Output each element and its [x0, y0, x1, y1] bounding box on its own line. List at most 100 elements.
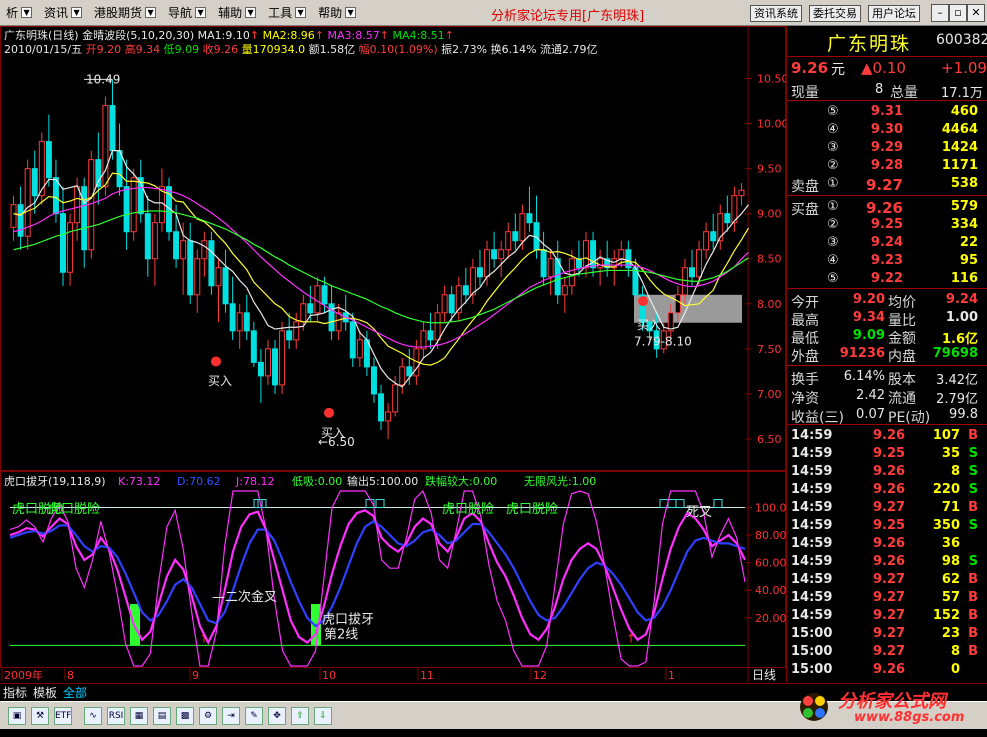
candle-body — [370, 366, 377, 395]
candle-body — [710, 231, 717, 242]
buy-signal-marker — [638, 296, 648, 307]
stat-label: 内盘 — [888, 349, 916, 365]
tick-volume: 35 — [941, 446, 960, 461]
menu-bar: 析 ▼ 资讯 ▼ 港股期货 ▼ 导航 ▼ 辅助 ▼ 工具 ▼ 帮助 ▼ 分析家论坛专用[广东明… — [0, 0, 987, 26]
tick-row: 14:59 9.26 220 S — [787, 482, 987, 500]
wave-icon[interactable]: ∿ — [84, 707, 102, 725]
top-signal-box — [375, 499, 385, 509]
indicator-chart[interactable]: 虎口拔牙(19,118,9) K:73.12 D:70.62 J:78.12 低吸:0.… — [0, 471, 786, 683]
candle-body — [618, 249, 625, 260]
bid-row: ③ 9.24 22 — [787, 235, 987, 253]
tab-all[interactable]: 全部 — [60, 684, 90, 700]
close-icon[interactable]: ✕ — [967, 4, 985, 22]
bid-price: 9.22 — [870, 271, 903, 286]
candle-body — [229, 303, 236, 332]
tick-side: B — [968, 644, 978, 659]
menu-tools[interactable]: 工具 ▼ — [262, 0, 312, 26]
bid-price: 9.23 — [870, 253, 903, 268]
candle-body — [505, 231, 512, 251]
menu-assist[interactable]: 辅助 ▼ — [212, 0, 262, 26]
candle-body — [257, 361, 264, 377]
stat-row: 净资 2.42 流通 2.79亿 — [787, 388, 987, 407]
login-icon[interactable]: ⇥ — [222, 707, 240, 725]
monitor-icon[interactable]: ▣ — [8, 707, 26, 725]
tick-time: 14:59 — [791, 482, 833, 497]
stat-value: 2.79亿 — [936, 392, 978, 407]
tick-row: 15:00 9.27 23 B — [787, 626, 987, 644]
tick-volume: 71 — [941, 500, 960, 515]
stat-row: 换手 6.14% 股本 3.42亿 — [787, 369, 987, 388]
arrow-up-icon[interactable]: ⇧ — [291, 707, 309, 725]
tools-icon[interactable]: ⚙ — [199, 707, 217, 725]
candle-body — [60, 213, 67, 273]
bid-volume: 22 — [959, 235, 978, 250]
candle-body — [109, 105, 116, 152]
tick-time: 14:59 — [791, 590, 833, 605]
ask-volume: 460 — [950, 104, 978, 119]
tick-side: B — [968, 590, 978, 605]
tab-indicator[interactable]: 指标 — [0, 684, 30, 700]
news-system-button[interactable]: 资讯系统 — [750, 5, 802, 22]
toolbox-icon[interactable]: ⚒ — [31, 707, 49, 725]
candle-body — [243, 312, 250, 332]
restore-icon[interactable]: ▫ — [949, 4, 967, 22]
y-tick-label: 80.00 — [755, 529, 786, 542]
rsi-icon[interactable]: RSI — [107, 707, 125, 725]
move-icon[interactable]: ✥ — [268, 707, 286, 725]
menu-news[interactable]: 资讯 ▼ — [38, 0, 88, 26]
ask-price: 9.31 — [870, 104, 903, 119]
trade-button[interactable]: 委托交易 — [809, 5, 861, 22]
divider — [787, 100, 987, 101]
tick-price: 9.27 — [873, 500, 906, 515]
stat-row: 今开 9.20 均价 9.24 — [787, 292, 987, 311]
candle-body — [328, 303, 335, 332]
stat-label: 量比 — [888, 313, 916, 329]
tick-volume: 152 — [932, 608, 960, 623]
bid-level: ⑤ — [827, 271, 839, 286]
candle-body — [420, 330, 427, 350]
forum-button[interactable]: 用户论坛 — [868, 5, 920, 22]
bid-volume: 579 — [950, 199, 978, 214]
y-tick-label: 20.00 — [755, 612, 786, 625]
top-signal-box — [675, 499, 685, 509]
low-label: ←6.50 — [318, 435, 355, 449]
x-tick-label: 2009年 — [4, 668, 43, 682]
tick-side: S — [968, 482, 978, 497]
red-arrow-marker: ↑ — [626, 632, 636, 646]
stat-label: 最低 — [791, 331, 819, 347]
tick-volume: 98 — [941, 554, 960, 569]
tab-template[interactable]: 模板 — [30, 684, 60, 700]
ask-level: ③ — [827, 140, 839, 155]
pencil-icon[interactable]: ✎ — [245, 707, 263, 725]
candle-body — [264, 348, 271, 377]
etf-icon[interactable]: ETF — [54, 707, 72, 725]
candlestick-chart[interactable]: 10.5010.009.509.008.508.007.507.006.5010… — [0, 26, 786, 471]
tick-volume: 23 — [941, 626, 960, 641]
stat-value: 6.14% — [843, 369, 885, 384]
grid-icon[interactable]: ▦ — [130, 707, 148, 725]
candle-body — [448, 294, 455, 314]
buy-signal-marker — [211, 356, 221, 367]
candle-body — [173, 231, 180, 260]
candle-body — [52, 177, 59, 215]
tick-row: 14:59 9.27 71 B — [787, 500, 987, 518]
tick-price: 9.26 — [873, 662, 906, 677]
annotation-dead-cross: 死叉 — [686, 505, 712, 520]
tick-side: S — [968, 446, 978, 461]
arrow-down-icon[interactable]: ⇩ — [314, 707, 332, 725]
menu-analysis[interactable]: 析 ▼ — [0, 0, 38, 26]
candle-body — [378, 393, 385, 422]
menu-help[interactable]: 帮助 ▼ — [312, 0, 362, 26]
candle-body — [392, 384, 399, 413]
price-row: 9.26 元 ▲0.10 +1.09 — [791, 59, 987, 78]
menu-hk-futures[interactable]: 港股期货 ▼ — [88, 0, 162, 26]
candle-body — [272, 348, 279, 386]
candle-body — [74, 186, 81, 224]
table-icon[interactable]: ▤ — [153, 707, 171, 725]
stat-row: 收益(三) 0.07 PE(动) 99.8 — [787, 407, 987, 426]
menu-navigate[interactable]: 导航 ▼ — [162, 0, 212, 26]
chart-icon[interactable]: ▩ — [176, 707, 194, 725]
minimize-icon[interactable]: – — [931, 4, 949, 22]
stat-value: 91236 — [839, 346, 885, 361]
annotation-tiger-tooth: 虎口拔牙 — [322, 612, 374, 627]
